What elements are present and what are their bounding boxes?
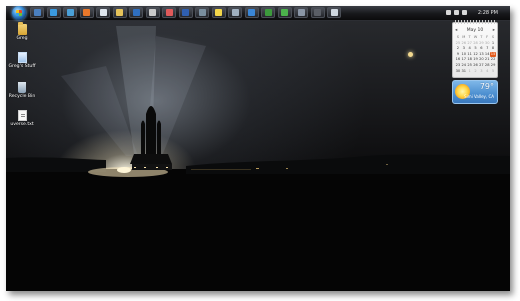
weather-gadget[interactable]: 79° Simi Valley, CA bbox=[452, 80, 498, 104]
media-player-icon bbox=[66, 9, 74, 16]
folder-taskbar-button[interactable] bbox=[112, 7, 127, 18]
start-button[interactable] bbox=[12, 6, 26, 20]
excel-taskbar-button[interactable] bbox=[261, 7, 275, 18]
calendar-month-label[interactable]: May 10 bbox=[453, 28, 497, 34]
show-desktop-icon bbox=[33, 9, 41, 16]
messenger-taskbar-button[interactable] bbox=[277, 7, 292, 18]
notepad-taskbar-button[interactable] bbox=[96, 7, 110, 18]
firefox-taskbar-button[interactable] bbox=[79, 7, 94, 18]
notepad2-taskbar-button[interactable] bbox=[327, 7, 341, 18]
excel-icon bbox=[264, 9, 272, 16]
outlook-icon bbox=[132, 9, 140, 16]
network-tray-icon[interactable] bbox=[462, 10, 467, 15]
calculator-icon bbox=[149, 9, 156, 16]
clock-icon bbox=[231, 9, 239, 16]
calendar-grid: S M T W T F S 25 26 27 28 29 30 1 2 3 4 5 6 7 8 9 10 11 12 13 14 15… bbox=[455, 35, 496, 74]
system-tray: 2:28 PM bbox=[446, 6, 510, 20]
clock-taskbar-button[interactable] bbox=[228, 7, 242, 18]
network-taskbar-button[interactable] bbox=[294, 7, 308, 18]
desktop-icon-label: Recycle Bin bbox=[8, 94, 36, 99]
word-taskbar-button[interactable] bbox=[178, 7, 193, 18]
notepad-icon bbox=[99, 9, 107, 16]
ie-icon bbox=[50, 9, 57, 16]
calculator-taskbar-button[interactable] bbox=[145, 7, 160, 18]
desktop-icon-uverse-txt[interactable]: uverse.txt bbox=[6, 110, 38, 128]
volume-icon[interactable] bbox=[454, 10, 459, 15]
taskbar[interactable]: 2:28 PM bbox=[6, 6, 510, 21]
paint-taskbar-button[interactable] bbox=[162, 7, 176, 18]
weather-location: Simi Valley, CA bbox=[464, 94, 494, 99]
desktop-icon-greg[interactable]: Greg bbox=[6, 22, 38, 42]
text-file-icon bbox=[17, 110, 27, 121]
calendar-day[interactable]: 5 bbox=[490, 69, 496, 75]
screenshot-frame: 2:28 PM Greg Greg's Stuff Recycle Bin uv… bbox=[6, 6, 510, 291]
outlook-taskbar-button[interactable] bbox=[129, 7, 143, 18]
network-icon bbox=[297, 9, 305, 16]
ie-taskbar-button[interactable] bbox=[46, 7, 61, 18]
weather-temperature: 79° bbox=[479, 82, 494, 91]
folder-icon bbox=[116, 9, 123, 16]
task-window-icon bbox=[314, 9, 321, 16]
photo-viewer-icon bbox=[198, 9, 206, 16]
recycle-bin-icon bbox=[18, 82, 26, 93]
firefox-icon bbox=[83, 9, 90, 16]
writer-taskbar-button[interactable] bbox=[244, 7, 259, 18]
user-folder-icon bbox=[17, 22, 27, 35]
media-player-taskbar-button[interactable] bbox=[63, 7, 77, 18]
calendar-gadget[interactable]: ◂ May 10 ▸ S M T W T F S 25 26 27 28 29 30 1 2 3 4 5 6 7 8 9 1… bbox=[452, 20, 498, 78]
calendar-binding bbox=[455, 20, 495, 24]
sticky-notes-taskbar-button[interactable] bbox=[211, 7, 226, 18]
writer-icon bbox=[248, 9, 255, 16]
sticky-notes-icon bbox=[215, 9, 222, 16]
photo-viewer-taskbar-button[interactable] bbox=[195, 7, 209, 18]
taskbar-clock[interactable]: 2:28 PM bbox=[478, 8, 498, 18]
notepad2-icon bbox=[330, 9, 338, 16]
calendar-next-button[interactable]: ▸ bbox=[493, 28, 495, 34]
desktop-icon-label: Greg bbox=[16, 36, 28, 41]
task-window-taskbar-button[interactable] bbox=[310, 7, 325, 18]
messenger-icon bbox=[281, 9, 288, 16]
desktop-icon-label: Greg's Stuff bbox=[8, 64, 36, 69]
calendar-day[interactable]: 8 bbox=[490, 46, 496, 52]
desktop-icon-gregs-stuff[interactable]: Greg's Stuff bbox=[6, 52, 38, 70]
wallpaper-shuttle-launch-pad bbox=[6, 26, 510, 291]
show-desktop-taskbar-button[interactable] bbox=[30, 7, 44, 18]
moon bbox=[408, 52, 413, 57]
word-icon bbox=[182, 9, 189, 16]
desktop-icon-recycle-bin[interactable]: Recycle Bin bbox=[6, 82, 38, 100]
document-folder-icon bbox=[17, 52, 27, 63]
paint-icon bbox=[165, 9, 173, 16]
desktop[interactable]: 2:28 PM Greg Greg's Stuff Recycle Bin uv… bbox=[6, 6, 510, 291]
action-center-icon[interactable] bbox=[446, 10, 451, 15]
desktop-icon-label: uverse.txt bbox=[10, 122, 34, 127]
